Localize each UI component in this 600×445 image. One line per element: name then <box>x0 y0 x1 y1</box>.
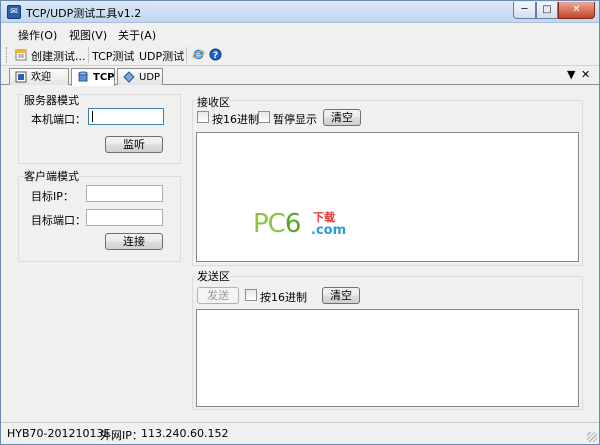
receive-clear-button[interactable]: 清空 <box>323 109 361 126</box>
server-mode-title: 服务器模式 <box>24 92 79 108</box>
app-window: ✉ TCP/UDP测试工具v1.2 ─ □ ✕ 操作(O) 视图(V) 关于(A… <box>0 0 600 445</box>
target-port-label: 目标端口： <box>31 214 86 227</box>
external-ip-value: 113.240.60.152 <box>141 427 229 440</box>
tab-welcome-label: 欢迎 <box>31 72 51 83</box>
local-port-label: 本机端口： <box>31 113 86 126</box>
menu-bar: 操作(O) 视图(V) 关于(A) <box>1 24 599 44</box>
tab-dropdown-icon[interactable]: ▼ <box>567 68 575 81</box>
udp-test-button[interactable]: UDP测试 <box>139 48 184 64</box>
title-bar[interactable]: ✉ TCP/UDP测试工具v1.2 ─ □ ✕ <box>1 1 599 23</box>
udp-diamond-icon <box>123 71 135 83</box>
target-ip-label: 目标IP： <box>31 190 74 203</box>
receive-textarea[interactable] <box>196 132 579 262</box>
send-button[interactable]: 发送 <box>197 287 239 304</box>
tcp-test-button[interactable]: TCP测试 <box>92 48 134 64</box>
receive-hex-checkbox[interactable] <box>197 111 209 123</box>
listen-button[interactable]: 监听 <box>105 136 163 153</box>
external-ip-label: 外网IP： <box>100 429 143 442</box>
resize-grip[interactable] <box>587 432 597 442</box>
menu-about[interactable]: 关于(A) <box>118 27 156 43</box>
tcp-cylinder-icon <box>78 71 88 82</box>
tab-strip: 欢迎 TCP UDP ▼ ✕ <box>1 67 599 86</box>
toolbar: 创建测试... TCP测试 UDP测试 e ? <box>1 44 599 66</box>
send-hex-checkbox[interactable] <box>245 289 257 301</box>
maximize-button[interactable]: □ <box>536 2 558 19</box>
receive-hex-label[interactable]: 按16进制 <box>212 111 259 127</box>
target-ip-input[interactable] <box>86 185 163 202</box>
welcome-page-icon <box>15 71 27 83</box>
svg-text:?: ? <box>213 51 218 61</box>
ie-icon[interactable]: e <box>192 48 205 61</box>
window-title: TCP/UDP测试工具v1.2 <box>26 7 142 20</box>
menu-view[interactable]: 视图(V) <box>69 27 107 43</box>
toolbar-grip[interactable] <box>6 47 9 63</box>
tab-welcome[interactable]: 欢迎 <box>9 68 69 85</box>
status-bar: HYB70-20121013E 外网IP： 113.240.60.152 <box>1 422 599 444</box>
tab-close-icon[interactable]: ✕ <box>581 68 590 81</box>
client-mode-title: 客户端模式 <box>24 168 79 184</box>
send-textarea[interactable] <box>196 309 579 407</box>
connect-button[interactable]: 连接 <box>105 233 163 250</box>
pause-display-checkbox[interactable] <box>258 111 270 123</box>
send-hex-label[interactable]: 按16进制 <box>260 289 307 305</box>
send-area-title: 发送区 <box>197 268 230 284</box>
menu-operate[interactable]: 操作(O) <box>18 27 57 43</box>
close-button[interactable]: ✕ <box>558 2 595 19</box>
tab-tcp-label: TCP <box>93 72 115 83</box>
new-test-icon <box>15 49 27 61</box>
tab-udp-label: UDP <box>139 72 161 83</box>
target-port-input[interactable] <box>86 209 163 226</box>
receive-area-title: 接收区 <box>197 94 230 110</box>
host-name: HYB70-20121013E <box>7 427 111 440</box>
text-caret <box>92 111 93 122</box>
tab-tcp[interactable]: TCP <box>71 68 115 86</box>
watermark-com: .com <box>311 223 347 238</box>
pc6-watermark-logo: PC6 下载 .com <box>253 207 363 241</box>
watermark-pc-text: PC <box>253 209 286 239</box>
toolbar-separator <box>88 47 89 63</box>
tcp-panel: 服务器模式 本机端口： 监听 客户端模式 目标IP： 目标端口： 连接 接收区 … <box>4 86 596 420</box>
app-icon: ✉ <box>7 5 21 19</box>
pause-display-label[interactable]: 暂停显示 <box>273 111 317 127</box>
watermark-six-text: 6 <box>284 209 302 239</box>
local-port-input[interactable] <box>88 108 164 125</box>
new-test-button[interactable]: 创建测试... <box>31 48 86 64</box>
help-icon[interactable]: ? <box>209 48 222 61</box>
toolbar-separator <box>186 47 187 63</box>
minimize-button[interactable]: ─ <box>513 2 536 19</box>
send-clear-button[interactable]: 清空 <box>322 287 360 304</box>
watermark-pc: PC6 <box>253 209 302 239</box>
tab-udp[interactable]: UDP <box>117 68 163 85</box>
